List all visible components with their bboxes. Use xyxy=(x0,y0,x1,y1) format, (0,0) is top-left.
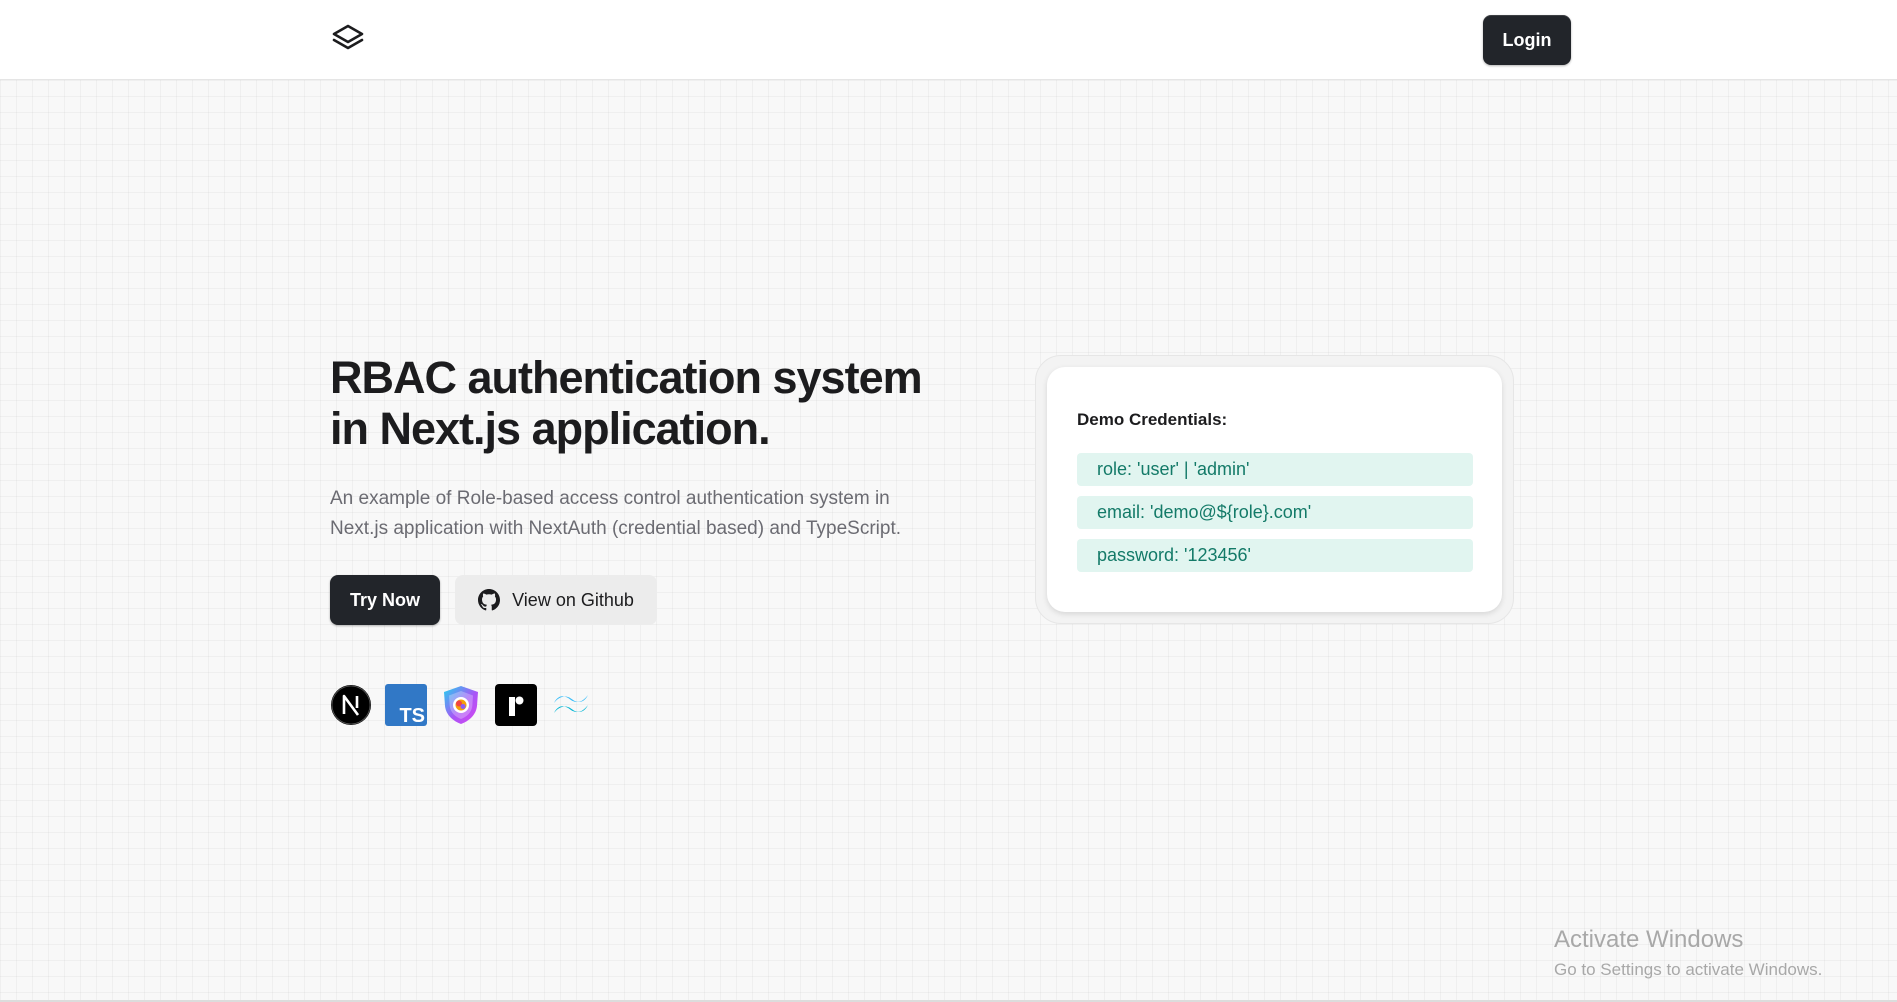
demo-credentials-panel: Demo Credentials: role: 'user' | 'admin'… xyxy=(1047,367,1502,612)
title-line-2: in Next.js application. xyxy=(330,403,771,454)
login-button[interactable]: Login xyxy=(1483,15,1571,65)
try-now-button[interactable]: Try Now xyxy=(330,575,440,625)
page-title: RBAC authentication system in Next.js ap… xyxy=(330,352,950,454)
description-line-1: An example of Role-based access control … xyxy=(330,488,890,509)
top-navbar: Login xyxy=(0,0,1897,80)
windows-watermark-title: Activate Windows xyxy=(1554,926,1744,953)
svg-text:TS: TS xyxy=(399,705,425,726)
windows-watermark-subtitle: Go to Settings to activate Windows. xyxy=(1554,960,1823,979)
description-line-2: Next.js application with NextAuth (crede… xyxy=(330,518,902,539)
tailwind-icon xyxy=(554,695,588,713)
demo-credentials-card: Demo Credentials: role: 'user' | 'admin'… xyxy=(1035,355,1514,624)
hero-description: An example of Role-based access control … xyxy=(330,484,950,544)
tech-stack-icons: TS xyxy=(330,684,592,726)
view-on-github-button[interactable]: View on Github xyxy=(455,575,657,625)
typescript-icon: TS xyxy=(385,684,427,726)
nextauth-shield-icon xyxy=(444,686,478,724)
credential-email: email: 'demo@${role}.com' xyxy=(1077,496,1473,529)
title-line-1: RBAC authentication system xyxy=(330,352,923,403)
layers-icon[interactable] xyxy=(330,22,366,56)
credentials-title: Demo Credentials: xyxy=(1077,410,1228,429)
github-icon xyxy=(478,589,501,611)
credential-password: password: '123456' xyxy=(1077,539,1473,572)
credential-role: role: 'user' | 'admin' xyxy=(1077,453,1473,486)
github-button-label: View on Github xyxy=(512,589,634,610)
prisma-icon xyxy=(495,684,537,726)
nextjs-icon xyxy=(331,685,371,725)
